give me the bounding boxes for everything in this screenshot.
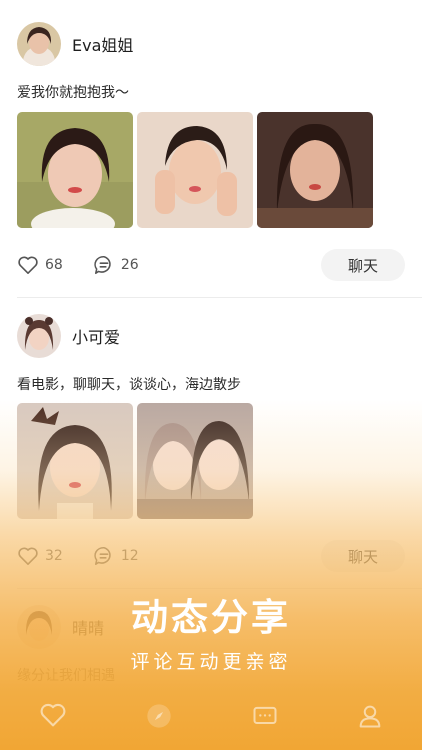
promo-title: 动态分享	[131, 596, 291, 639]
comment-button[interactable]: 26	[93, 254, 139, 276]
promo-subtitle: 评论互动更亲密	[130, 651, 292, 673]
tab-heart[interactable]	[39, 702, 67, 730]
like-count: 32	[45, 548, 63, 564]
username[interactable]: 小可爱	[72, 324, 120, 348]
comment-icon	[94, 546, 111, 566]
comment-count: 12	[120, 548, 139, 564]
like-button[interactable]: 68	[17, 255, 63, 275]
divider	[17, 297, 422, 298]
profile-icon	[359, 705, 381, 728]
post-photo[interactable]	[137, 112, 253, 228]
message-icon	[253, 706, 277, 724]
post-header: 小可爱	[17, 314, 120, 358]
heart-icon	[18, 256, 38, 274]
photo-grid	[17, 403, 253, 519]
like-count: 68	[45, 257, 63, 273]
bottom-tab-bar	[0, 696, 422, 736]
comment-icon	[94, 255, 111, 275]
post-header: Eva姐姐	[17, 22, 133, 66]
heart-icon	[40, 703, 66, 727]
tab-discover[interactable]	[145, 702, 173, 730]
post-photo[interactable]	[137, 403, 253, 519]
post-photo[interactable]	[17, 112, 133, 228]
post-photo[interactable]	[17, 403, 133, 519]
comment-button[interactable]: 12	[93, 545, 139, 567]
avatar[interactable]	[17, 314, 61, 358]
username[interactable]: Eva姐姐	[72, 32, 133, 56]
avatar[interactable]	[17, 22, 61, 66]
post-text: 看电影，聊聊天，谈谈心，海边散步	[17, 377, 241, 393]
like-button[interactable]: 32	[17, 546, 63, 566]
comment-count: 26	[120, 257, 139, 273]
tab-messages[interactable]	[251, 702, 279, 730]
post-actions: 68 26 聊天	[17, 249, 405, 281]
heart-icon	[18, 547, 38, 565]
tab-profile[interactable]	[356, 702, 384, 730]
post-actions: 32 12 聊天	[17, 540, 405, 572]
compass-icon	[147, 704, 171, 728]
post-text: 爱我你就抱抱我～	[17, 85, 129, 101]
chat-button[interactable]: 聊天	[321, 540, 405, 572]
post-photo[interactable]	[257, 112, 373, 228]
photo-grid	[17, 112, 373, 228]
chat-button[interactable]: 聊天	[321, 249, 405, 281]
